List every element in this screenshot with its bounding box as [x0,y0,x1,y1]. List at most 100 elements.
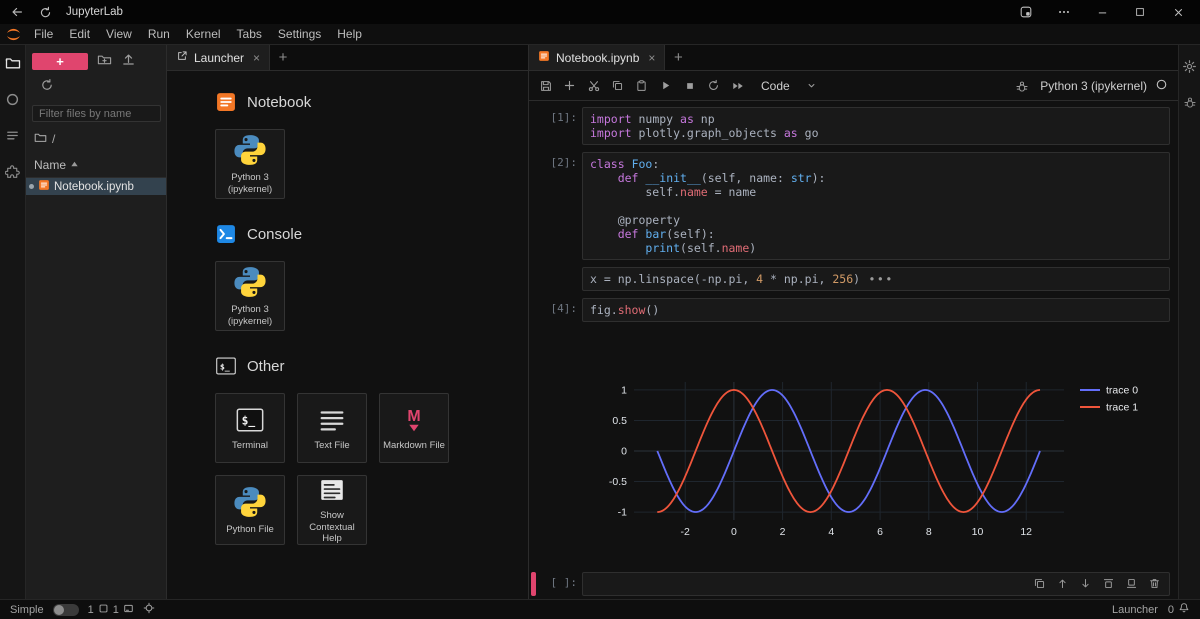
file-row-notebook[interactable]: Notebook.ipynb [26,178,166,195]
launcher-card-label: Markdown File [381,440,447,452]
launcher-card-markdown-file[interactable]: M Markdown File [379,393,449,463]
close-window-icon[interactable] [1164,2,1192,22]
current-activity-label[interactable]: Launcher [1112,604,1158,616]
extensions-icon[interactable] [5,164,20,182]
close-tab-icon[interactable]: × [648,51,655,65]
table-of-contents-icon[interactable] [5,128,20,146]
launcher-card-terminal[interactable]: $_Terminal [215,393,285,463]
cut-cells-icon[interactable] [583,75,604,96]
notebook-cell[interactable]: x = np.linspace(-np.pi, 4 * np.pi, 256) … [529,267,1170,291]
cell-collapser[interactable] [531,298,536,565]
notebook-panel: Notebook.ipynb × + [529,45,1178,599]
new-launcher-button[interactable]: + [32,53,88,70]
menu-view[interactable]: View [98,24,140,45]
cell-type-dropdown[interactable]: Code [751,79,827,93]
menu-run[interactable]: Run [140,24,178,45]
menu-tabs[interactable]: Tabs [229,24,270,45]
more-menu-icon[interactable] [1050,2,1078,22]
notebook-cell[interactable]: [1]:import numpy as npimport plotly.grap… [529,107,1170,145]
kernel-sessions-status[interactable]: 1 1 [88,603,134,617]
reload-icon[interactable] [36,3,54,21]
paste-cells-icon[interactable] [631,75,652,96]
tab-notebook[interactable]: Notebook.ipynb × [529,45,665,70]
menu-help[interactable]: Help [329,24,370,45]
breadcrumb-root[interactable]: / [52,132,55,146]
cells: [1]:import numpy as npimport plotly.grap… [529,101,1178,599]
main-area: + / Name [0,45,1200,599]
cell-input[interactable]: class Foo: def __init__(self, name: str)… [582,152,1170,260]
cell-input[interactable]: import numpy as npimport plotly.graph_ob… [582,107,1170,145]
svg-text:4: 4 [828,526,834,538]
copy-cells-icon[interactable] [607,75,628,96]
launcher-card-python-file[interactable]: Python File [215,475,285,545]
terminal-icon: $_ [215,355,237,377]
cell-input[interactable]: fig.show() [582,298,1170,322]
file-list-header[interactable]: Name [26,153,166,178]
maximize-icon[interactable] [1126,2,1154,22]
debugger-icon[interactable] [1011,75,1032,96]
cell-collapser[interactable] [531,267,536,291]
apps-icon[interactable] [1012,2,1040,22]
launcher-card-text-file[interactable]: Text File [297,393,367,463]
launcher-card-python-3-ipykernel-[interactable]: Python 3 (ipykernel) [215,129,285,199]
file-browser-icon[interactable] [5,55,21,74]
launcher-section-notebook: NotebookPython 3 (ipykernel) [215,91,528,199]
insert-cell-below-icon[interactable] [1124,576,1138,590]
running-sessions-icon[interactable] [5,92,20,110]
breadcrumb[interactable]: / [26,122,166,153]
back-arrow-icon[interactable] [8,3,26,21]
debugger-sidebar-icon[interactable] [1183,95,1197,112]
add-tab-button[interactable]: + [665,45,691,70]
svg-text:12: 12 [1020,526,1032,538]
filter-files-input[interactable] [32,105,161,122]
cell-input[interactable]: x = np.linspace(-np.pi, 4 * np.pi, 256) … [582,267,1170,291]
cell-collapser[interactable] [531,572,536,596]
svg-text:0: 0 [621,446,627,458]
svg-text:6: 6 [877,526,883,538]
menu-file[interactable]: File [26,24,61,45]
menu-kernel[interactable]: Kernel [178,24,229,45]
notifications-status[interactable]: 0 [1168,602,1190,617]
launcher-card-python-3-ipykernel-[interactable]: Python 3 (ipykernel) [215,261,285,331]
insert-cell-above-icon[interactable] [1101,576,1115,590]
save-icon[interactable] [535,75,556,96]
menu-edit[interactable]: Edit [61,24,98,45]
restart-kernel-icon[interactable] [703,75,724,96]
svg-text:M: M [407,408,420,425]
plotly-figure: -2024681012-1-0.500.51trace 0trace 1 [582,326,1170,562]
launcher-cards: Python 3 (ipykernel) [215,261,467,331]
delete-cell-icon[interactable] [1147,576,1161,590]
property-inspector-gear-icon[interactable] [1182,59,1197,77]
kernel-name[interactable]: Python 3 (ipykernel) [1040,79,1147,93]
notebook-cell[interactable]: [4]:fig.show()-2024681012-1-0.500.51trac… [529,298,1170,565]
close-tab-icon[interactable]: × [253,51,260,65]
notebook-cell[interactable]: [ ]: [529,572,1170,596]
stop-kernel-icon[interactable] [679,75,700,96]
cell-collapser[interactable] [531,152,536,260]
svg-text:0.5: 0.5 [612,415,627,427]
launcher-card-show-contextual-help[interactable]: Show Contextual Help [297,475,367,545]
tab-label: Notebook.ipynb [556,51,639,65]
launcher-cards: Python 3 (ipykernel) [215,129,467,199]
move-cell-down-icon[interactable] [1078,576,1092,590]
kernel-status-icon[interactable] [1155,78,1168,94]
simple-mode-toggle[interactable] [53,604,79,616]
menu-settings[interactable]: Settings [270,24,329,45]
run-cell-icon[interactable] [655,75,676,96]
cell-input[interactable] [582,572,1170,596]
move-cell-up-icon[interactable] [1055,576,1069,590]
crosshair-icon[interactable] [143,602,155,617]
launcher-panel: Launcher × + NotebookPython 3 (ipykernel… [167,45,529,599]
notebook-cell[interactable]: [2]:class Foo: def __init__(self, name: … [529,152,1170,260]
minimize-icon[interactable] [1088,2,1116,22]
upload-icon[interactable] [121,52,136,70]
new-folder-icon[interactable] [97,52,112,70]
cell-collapser[interactable] [531,107,536,145]
add-tab-button[interactable]: + [270,45,296,70]
refresh-icon[interactable] [40,78,54,95]
name-column-header[interactable]: Name [34,158,66,172]
duplicate-cell-icon[interactable] [1032,576,1046,590]
restart-run-all-icon[interactable] [727,75,748,96]
insert-cell-icon[interactable] [559,75,580,96]
tab-launcher[interactable]: Launcher × [167,45,270,70]
